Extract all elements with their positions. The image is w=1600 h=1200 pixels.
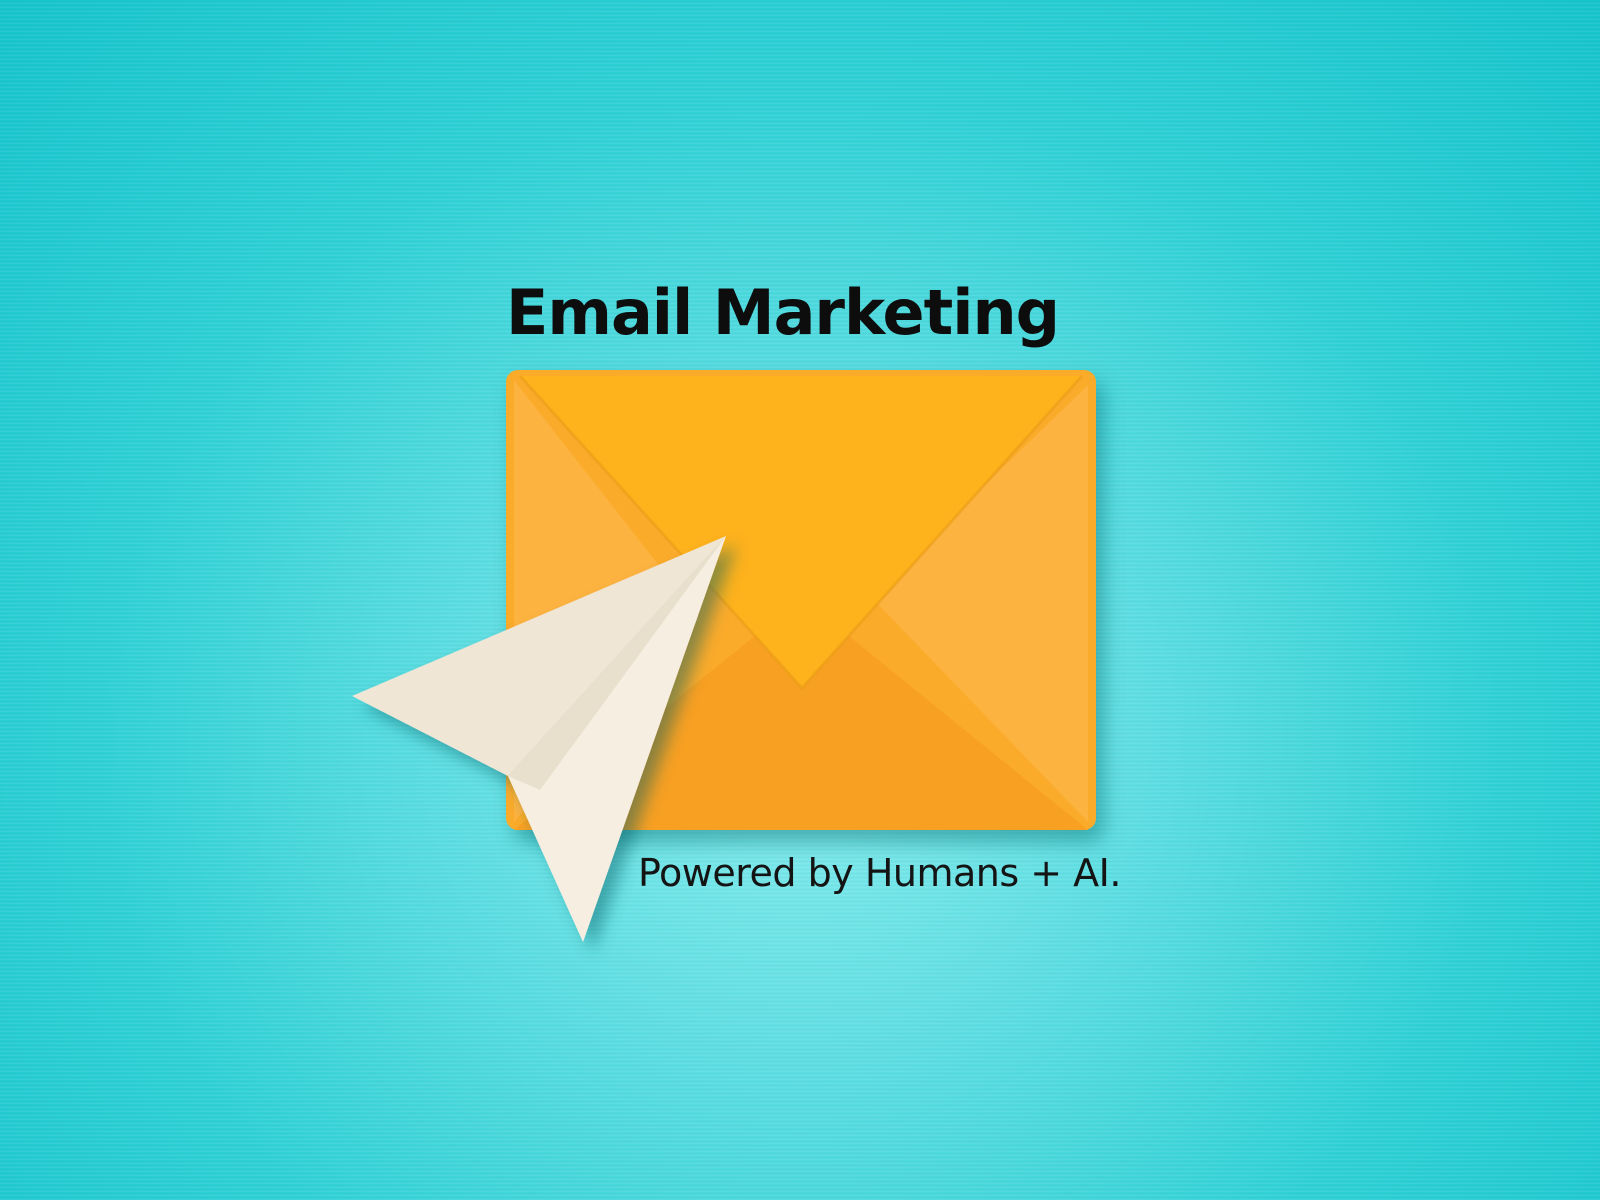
tagline: Powered by Humans + AI. [638,851,1121,895]
illustration [352,370,1096,942]
